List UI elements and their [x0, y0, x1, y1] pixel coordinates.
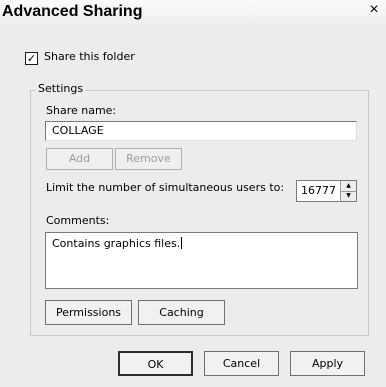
- user-limit-spinner[interactable]: 16777 ▲ ▼: [296, 180, 357, 202]
- add-button[interactable]: Add: [46, 148, 113, 170]
- share-name-input[interactable]: COLLAGE: [45, 121, 357, 141]
- cancel-button-label: Cancel: [222, 357, 261, 370]
- ok-button-label: OK: [147, 358, 164, 371]
- close-icon[interactable]: ×: [365, 1, 383, 19]
- dialog-title: Advanced Sharing: [2, 3, 143, 20]
- comments-text: Contains graphics files.: [52, 237, 181, 250]
- caching-button[interactable]: Caching: [138, 300, 225, 325]
- remove-button[interactable]: Remove: [115, 148, 182, 170]
- comments-textarea[interactable]: Contains graphics files.: [45, 232, 358, 289]
- checkmark-icon: ✓: [26, 52, 37, 65]
- settings-group-label: Settings: [36, 82, 86, 95]
- comments-label: Comments:: [46, 214, 110, 227]
- apply-button-label: Apply: [311, 357, 344, 370]
- share-folder-label[interactable]: Share this folder: [44, 50, 135, 63]
- title-bar: Advanced Sharing ×: [0, 0, 386, 24]
- user-limit-value: 16777: [301, 184, 336, 197]
- caching-button-label: Caching: [159, 306, 204, 319]
- share-folder-checkbox[interactable]: ✓: [25, 52, 38, 65]
- apply-button[interactable]: Apply: [290, 351, 365, 376]
- ok-button[interactable]: OK: [118, 351, 193, 376]
- limit-users-label: Limit the number of simultaneous users t…: [46, 181, 285, 194]
- text-caret: [181, 237, 183, 249]
- add-button-label: Add: [68, 152, 91, 165]
- permissions-button-label: Permissions: [55, 306, 122, 319]
- remove-button-label: Remove: [126, 152, 171, 165]
- spin-down-icon[interactable]: ▼: [341, 191, 356, 201]
- spinner-buttons: ▲ ▼: [340, 181, 356, 201]
- advanced-sharing-dialog: Advanced Sharing × ✓ Share this folder S…: [0, 0, 386, 387]
- share-name-label: Share name:: [46, 104, 117, 117]
- permissions-button[interactable]: Permissions: [45, 300, 132, 325]
- cancel-button[interactable]: Cancel: [204, 351, 279, 376]
